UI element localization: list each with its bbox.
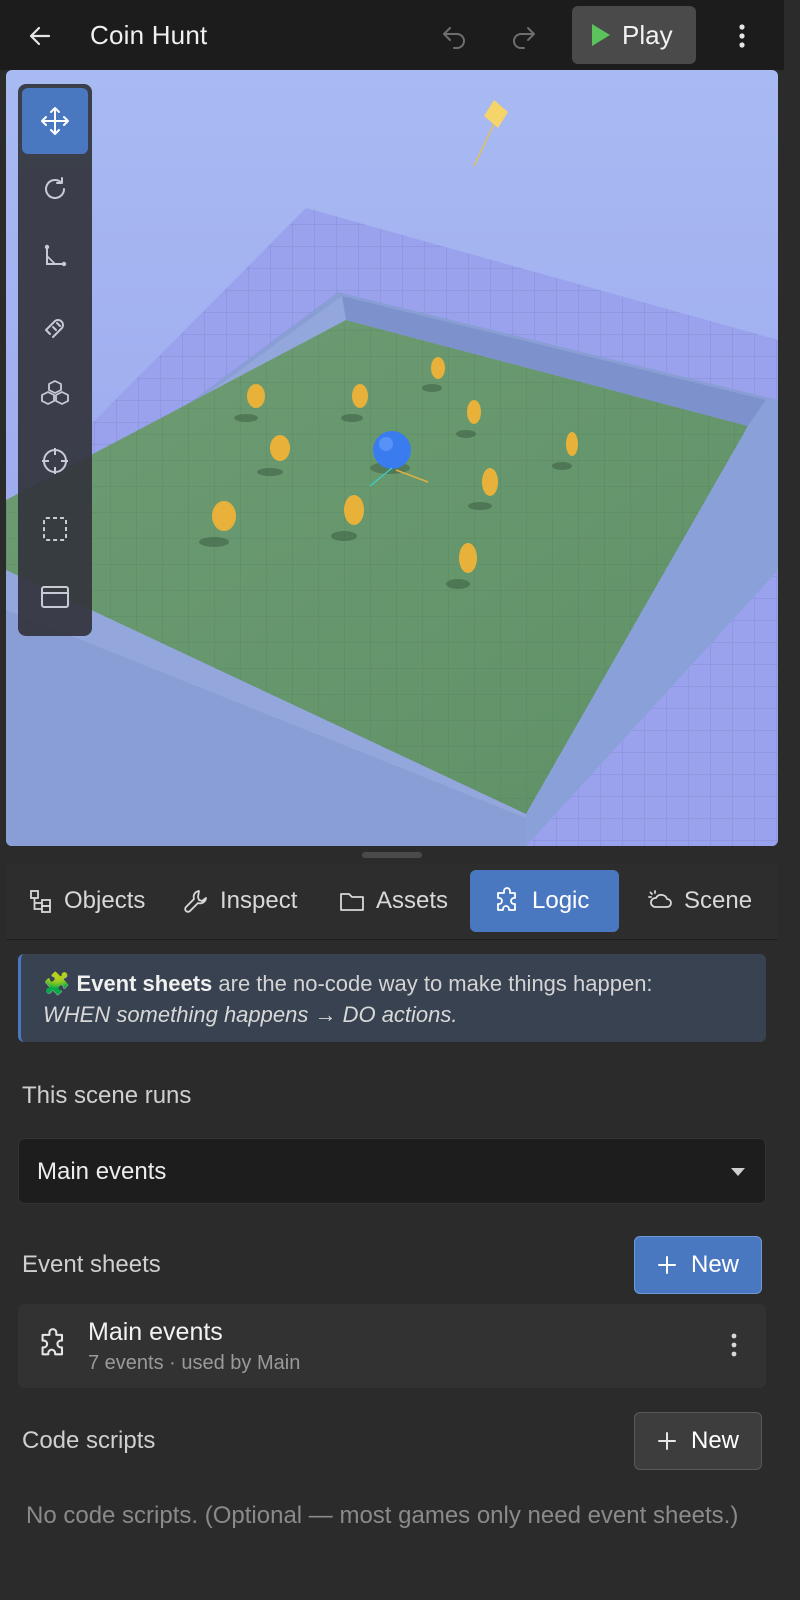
hierarchy-icon bbox=[30, 890, 51, 913]
play-label: Play bbox=[622, 19, 673, 50]
code-scripts-empty-text: No code scripts. (Optional — most games … bbox=[26, 1502, 739, 1529]
rotate-icon bbox=[45, 177, 65, 199]
scene-render bbox=[6, 70, 778, 846]
scene-viewport[interactable] bbox=[6, 70, 778, 846]
more-vertical-icon bbox=[731, 1333, 737, 1357]
play-button[interactable]: Play bbox=[572, 6, 696, 64]
focus-tool-button[interactable] bbox=[22, 428, 88, 494]
more-vertical-icon bbox=[739, 24, 745, 48]
tab-objects[interactable]: Objects bbox=[22, 870, 162, 932]
folder-icon bbox=[340, 893, 364, 911]
top-bar: Coin Hunt Play bbox=[0, 0, 784, 70]
viewport-toolbar bbox=[18, 84, 92, 636]
sheet-meta: 7 events · used by Main bbox=[88, 1352, 301, 1374]
cubes-icon bbox=[41, 380, 69, 405]
info-callout: 🧩 Event sheets are the no-code way to ma… bbox=[18, 954, 766, 1042]
weather-icon bbox=[648, 890, 672, 908]
info-italic: WHEN something happens → DO actions. bbox=[43, 1002, 458, 1027]
undo-icon bbox=[443, 27, 465, 49]
move-icon bbox=[41, 107, 69, 135]
puzzle-emoji-icon: 🧩 bbox=[43, 971, 71, 996]
scene-runs-select[interactable]: Main events bbox=[18, 1138, 766, 1204]
new-label: New bbox=[690, 1427, 739, 1454]
select-tool-button[interactable] bbox=[22, 496, 88, 562]
plus-icon bbox=[657, 1256, 676, 1274]
tab-label: Scene bbox=[684, 887, 753, 914]
select-box-icon bbox=[43, 517, 67, 541]
event-sheets-label: Event sheets bbox=[22, 1251, 161, 1278]
wrench-icon bbox=[184, 890, 207, 913]
rotate-tool-button[interactable] bbox=[22, 156, 88, 222]
sheet-name: Main events bbox=[88, 1318, 223, 1346]
tab-label: Objects bbox=[64, 887, 146, 914]
plus-icon bbox=[657, 1432, 676, 1450]
list-item[interactable]: Main events 7 events · used by Main bbox=[18, 1304, 766, 1388]
objects-tool-button[interactable] bbox=[22, 360, 88, 426]
puzzle-icon bbox=[497, 887, 516, 911]
new-label: New bbox=[690, 1251, 739, 1278]
panel-resize-handle[interactable] bbox=[362, 852, 422, 858]
sheet-more-button[interactable] bbox=[730, 1332, 738, 1363]
tab-assets[interactable]: Assets bbox=[336, 870, 456, 932]
panel-tabs: Objects Inspect Assets Logic Scene bbox=[6, 864, 778, 940]
tab-logic[interactable]: Logic bbox=[470, 870, 619, 932]
scene-runs-label: This scene runs bbox=[22, 1082, 192, 1109]
scale-icon bbox=[44, 244, 67, 267]
new-event-sheet-button[interactable]: New bbox=[634, 1236, 762, 1294]
project-title: Coin Hunt bbox=[90, 20, 208, 50]
chevron-down-icon bbox=[731, 1168, 745, 1176]
magnet-icon bbox=[45, 319, 64, 338]
move-tool-button[interactable] bbox=[22, 88, 88, 154]
tab-inspect[interactable]: Inspect bbox=[178, 870, 308, 932]
undo-button[interactable] bbox=[436, 18, 472, 54]
info-text: are the no-code way to make things happe… bbox=[212, 971, 653, 996]
crosshair-icon bbox=[42, 448, 68, 474]
tab-label: Assets bbox=[376, 887, 449, 914]
redo-icon bbox=[513, 27, 535, 49]
more-menu-button[interactable] bbox=[726, 18, 758, 54]
new-code-script-button[interactable]: New bbox=[634, 1412, 762, 1470]
snap-tool-button[interactable] bbox=[22, 292, 88, 358]
info-bold: Event sheets bbox=[76, 971, 213, 996]
logic-panel: 🧩 Event sheets are the no-code way to ma… bbox=[0, 940, 784, 1568]
tab-label: Logic bbox=[532, 887, 590, 914]
arrow-left-icon bbox=[29, 26, 51, 46]
scene-runs-value: Main events bbox=[37, 1158, 167, 1185]
play-icon bbox=[592, 24, 610, 46]
window-icon bbox=[41, 586, 69, 608]
tab-label: Inspect bbox=[220, 887, 298, 914]
back-button[interactable] bbox=[22, 18, 58, 54]
puzzle-icon bbox=[41, 1328, 64, 1356]
tab-scene[interactable]: Scene bbox=[642, 870, 772, 932]
redo-button[interactable] bbox=[506, 18, 542, 54]
code-scripts-label: Code scripts bbox=[22, 1427, 156, 1454]
scale-tool-button[interactable] bbox=[22, 224, 88, 290]
window-tool-button[interactable] bbox=[22, 564, 88, 630]
